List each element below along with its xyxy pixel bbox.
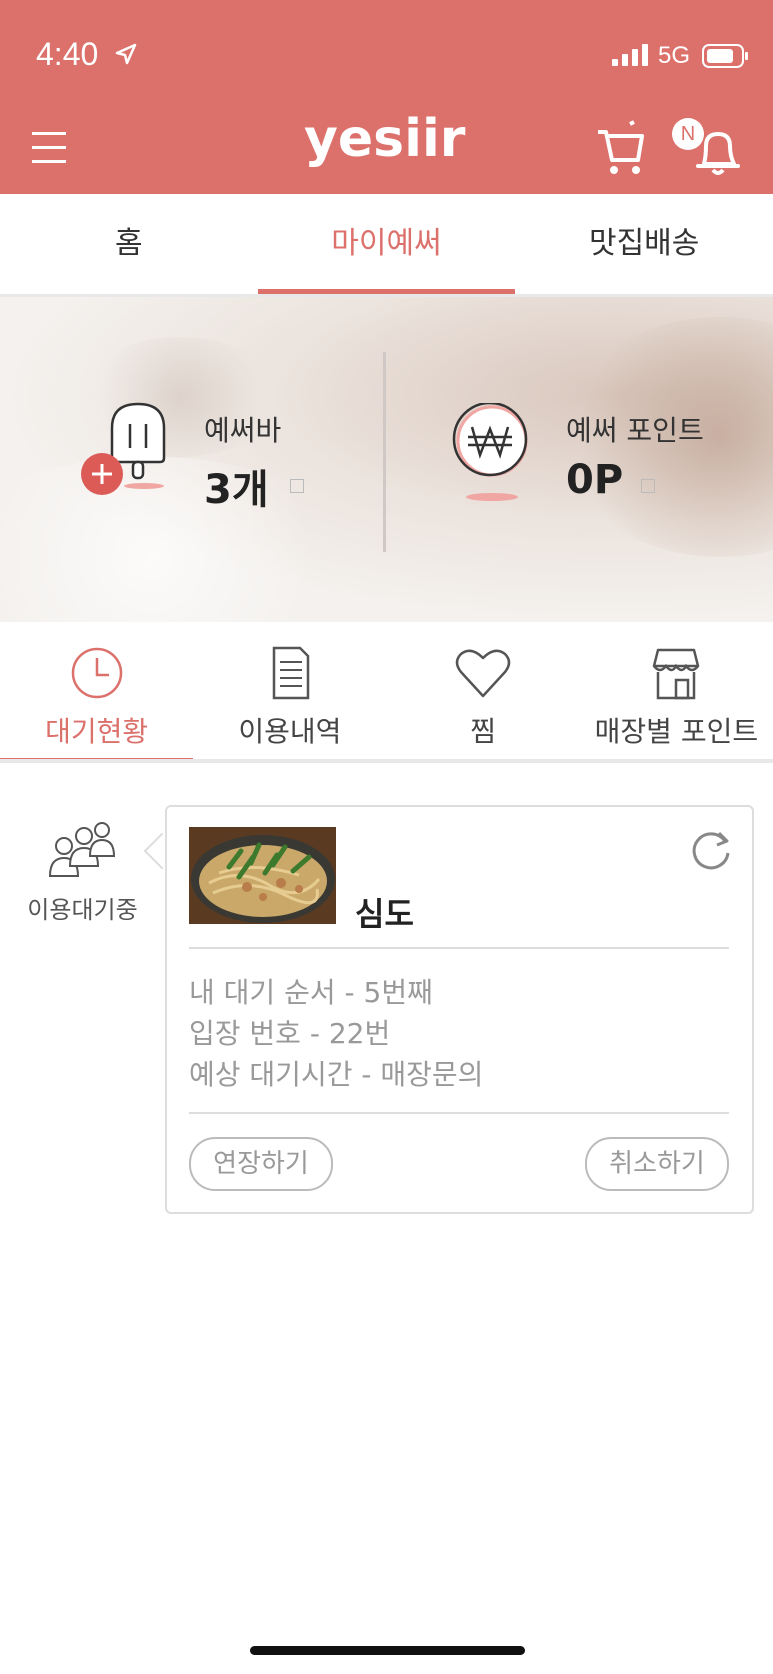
bar-label: 예써바 (204, 414, 282, 447)
cancel-button[interactable]: 취소하기 (585, 1137, 729, 1191)
extend-button[interactable]: 연장하기 (189, 1137, 333, 1191)
signal-icon (612, 44, 648, 66)
tab-usage-history-label: 이용내역 (238, 715, 342, 748)
add-bar-button[interactable] (80, 452, 124, 496)
bar-count: 3개 (204, 467, 269, 513)
point-summary: 예써 포인트 0P (566, 409, 704, 503)
waiting-info: 내 대기 순서 - 5번째 입장 번호 - 22번 예상 대기시간 - 매장문의 (189, 972, 483, 1095)
status-time: 4:40 (36, 36, 99, 72)
store-name[interactable]: 심도 (355, 889, 414, 935)
tab-store-points-label: 매장별 포인트 (594, 715, 759, 748)
tab-delivery[interactable]: 맛집배송 (515, 194, 773, 294)
store-thumbnail[interactable] (189, 827, 336, 924)
waiting-card: 심도 내 대기 순서 - 5번째 입장 번호 - 22번 예상 대기시간 - 매… (165, 805, 754, 1214)
yesiir-logo: yesiir (300, 109, 476, 176)
hero-divider (383, 352, 386, 552)
estimated-wait: 예상 대기시간 - 매장문의 (189, 1058, 484, 1091)
point-info-box (641, 479, 655, 493)
points-hero: 예써바 3개 예써 포인트 0P (0, 297, 773, 622)
point-label: 예써 포인트 (566, 414, 704, 447)
card-divider (189, 1112, 729, 1114)
battery-icon (702, 44, 748, 68)
app-header: 4:40 5G yesiir N (0, 0, 773, 194)
queue-position: 내 대기 순서 - 5번째 (189, 976, 433, 1009)
tab-favorites-label: 찜 (470, 715, 496, 748)
tab-favorites[interactable]: 찜 (387, 622, 580, 762)
entry-number: 입장 번호 - 22번 (189, 1017, 391, 1050)
bar-summary: 예써바 3개 (204, 409, 281, 515)
tab-waiting-status-label: 대기현황 (45, 715, 149, 748)
my-tab-bar: 대기현황 이용내역 찜 매장별 포인트 (0, 622, 773, 762)
won-coin-icon (452, 403, 528, 501)
store-icon (653, 648, 700, 700)
tab-store-points[interactable]: 매장별 포인트 (580, 622, 773, 762)
point-value: 0P (566, 457, 624, 503)
waiting-indicator: 이용대기중 (20, 820, 145, 925)
location-arrow-icon (115, 43, 137, 65)
sub-tab-divider (0, 759, 773, 763)
notification-badge: N (672, 118, 704, 150)
document-icon (272, 646, 310, 700)
card-divider (189, 947, 729, 949)
heart-icon (455, 649, 511, 698)
main-tab-bar: 홈 마이예써 맛집배송 (0, 194, 773, 294)
network-label: 5G (658, 42, 691, 69)
svg-text:yesiir: yesiir (304, 112, 466, 169)
home-indicator[interactable] (250, 1646, 525, 1655)
refresh-button[interactable] (689, 827, 733, 871)
bar-info-box (290, 479, 304, 493)
tab-home[interactable]: 홈 (0, 194, 258, 294)
clock-icon (71, 647, 122, 699)
waiting-status-label: 이용대기중 (27, 896, 138, 924)
notification-button[interactable]: N (672, 118, 744, 178)
tab-waiting-status[interactable]: 대기현황 (0, 622, 194, 762)
people-group-icon (48, 822, 115, 877)
cart-button[interactable] (594, 118, 646, 176)
tab-usage-history[interactable]: 이용내역 (193, 622, 386, 762)
menu-button[interactable] (30, 128, 70, 168)
tab-my-yesiir[interactable]: 마이예써 (257, 194, 516, 294)
